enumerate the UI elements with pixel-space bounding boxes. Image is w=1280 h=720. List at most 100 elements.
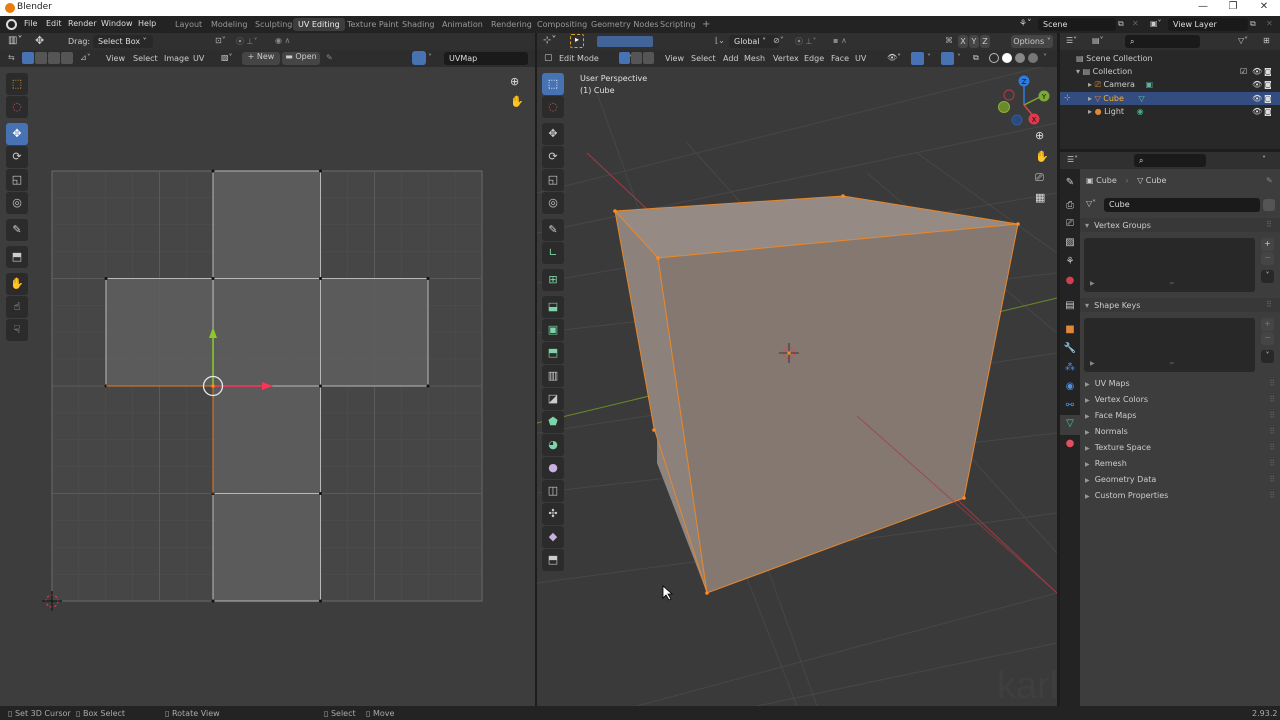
tool-tab-icon[interactable]: ✎ xyxy=(1061,174,1079,192)
uv-canvas[interactable] xyxy=(0,33,535,706)
panel-vertex-groups-header[interactable]: ▾ Vertex Groups ⠿ xyxy=(1080,218,1280,232)
tab-scripting[interactable]: Scripting xyxy=(655,18,701,31)
outliner-item-camera[interactable]: ▸ ⎚ Camera ▣ 👁 ◙ xyxy=(1088,80,1276,90)
measure-tool[interactable]: ∟ xyxy=(542,242,564,264)
fake-user-button[interactable] xyxy=(1263,199,1275,211)
delete-scene-icon[interactable]: ✕ xyxy=(1132,19,1139,28)
select-box-tool[interactable]: ⬚ xyxy=(542,73,564,95)
overlays-dropdown[interactable]: ˅ xyxy=(957,53,961,62)
tab-compositing[interactable]: Compositing xyxy=(532,18,592,31)
mirror-icon[interactable]: ⌘ xyxy=(945,36,953,45)
render-camera-icon[interactable]: ◙ xyxy=(1264,67,1272,76)
outliner-item-collection[interactable]: ▾ ▤ Collection ☑ 👁 ◙ xyxy=(1076,67,1276,76)
vertex-group-specials-button[interactable]: ˅ xyxy=(1261,270,1274,283)
new-view-layer-icon[interactable]: ⧉ xyxy=(1250,19,1256,29)
render-camera-icon[interactable]: ◙ xyxy=(1264,80,1272,89)
mesh-data-icon[interactable]: ▽ xyxy=(1138,94,1144,103)
menu-face[interactable]: Face xyxy=(831,54,849,63)
vertex-select-mode[interactable] xyxy=(619,52,630,64)
shading-dropdown[interactable]: ˅ xyxy=(1043,53,1047,62)
tab-modeling[interactable]: Modeling xyxy=(206,18,252,31)
panel-uv-maps[interactable]: ▶ UV Maps ⠿ xyxy=(1085,379,1275,395)
scale-tool[interactable]: ◱ xyxy=(542,169,564,191)
blender-menu-icon[interactable] xyxy=(6,19,17,30)
view-layer-field[interactable]: View Layer xyxy=(1168,18,1248,31)
visibility-icon[interactable]: 👁˅ xyxy=(887,53,901,62)
pivot-icon[interactable]: ⊘˅ xyxy=(773,36,784,45)
rotate-tool[interactable]: ⟳ xyxy=(542,146,564,168)
loop-cut-tool[interactable]: ▥ xyxy=(542,365,564,387)
pan-view-icon[interactable]: ✋ xyxy=(1035,150,1049,163)
navigation-gizmo[interactable]: Z Y X xyxy=(998,75,1050,126)
drag-handle-icon[interactable]: ⠿ xyxy=(1266,300,1272,309)
mirror-z-toggle[interactable]: Z xyxy=(980,35,990,48)
menu-uv[interactable]: UV xyxy=(855,54,866,63)
bevel-tool[interactable]: ⬒ xyxy=(542,342,564,364)
tab-texture-paint[interactable]: Texture Paint xyxy=(342,18,404,31)
mesh-name-field[interactable]: Cube xyxy=(1104,198,1260,212)
tab-geometry-nodes[interactable]: Geometry Nodes xyxy=(586,18,663,31)
options-dropdown[interactable]: Options ˅ xyxy=(1011,35,1053,48)
menu-help[interactable]: Help xyxy=(138,19,156,28)
tab-layout[interactable]: Layout xyxy=(170,18,207,31)
output-tab-icon[interactable]: ⎚ xyxy=(1061,215,1079,233)
snap-icon[interactable]: ⦿ ⊥˅ xyxy=(795,36,817,47)
material-tab-icon[interactable]: ● xyxy=(1061,435,1079,453)
add-vertex-group-button[interactable]: + xyxy=(1261,238,1274,251)
editor-type-icon[interactable]: ☰˅ xyxy=(1067,155,1078,164)
perspective-toggle-icon[interactable]: ▦ xyxy=(1035,191,1045,204)
filter-icon[interactable]: ▽˅ xyxy=(1238,36,1248,45)
select-tool-icon[interactable]: ▸ xyxy=(570,34,584,48)
overlays-toggle[interactable] xyxy=(941,52,954,65)
panel-geometry-data[interactable]: ▶ Geometry Data ⠿ xyxy=(1085,475,1275,491)
world-tab-icon[interactable]: ● xyxy=(1061,272,1079,290)
mesh-data-tab-icon[interactable]: ▽ xyxy=(1060,415,1080,435)
list-resize-handle[interactable]: ═ xyxy=(1170,280,1174,287)
edge-slide-tool[interactable]: ◫ xyxy=(542,480,564,502)
object-tab-icon[interactable]: ■ xyxy=(1061,321,1079,339)
minimize-button[interactable]: — xyxy=(1196,1,1210,15)
material-shading[interactable] xyxy=(1015,53,1025,63)
knife-tool[interactable]: ◪ xyxy=(542,388,564,410)
shape-keys-list[interactable]: ▶ ═ xyxy=(1084,318,1255,372)
poly-build-tool[interactable]: ⬟ xyxy=(542,411,564,433)
proportional-icon[interactable]: ▪ ∧ xyxy=(833,36,847,45)
orientation-dropdown[interactable]: Global ˅ xyxy=(729,35,779,48)
menu-vertex[interactable]: Vertex xyxy=(773,54,799,63)
panel-custom-properties[interactable]: ▶ Custom Properties ⠿ xyxy=(1085,491,1275,507)
maximize-button[interactable]: ❐ xyxy=(1226,1,1240,15)
panel-vertex-colors[interactable]: ▶ Vertex Colors ⠿ xyxy=(1085,395,1275,411)
move-tool[interactable]: ✥ xyxy=(542,123,564,145)
menu-select[interactable]: Select xyxy=(691,54,716,63)
constraints-tab-icon[interactable]: ⚯ xyxy=(1061,397,1079,415)
wireframe-shading[interactable] xyxy=(989,53,999,63)
render-camera-icon[interactable]: ◙ xyxy=(1264,107,1272,116)
new-collection-icon[interactable]: ⊞ xyxy=(1263,36,1270,45)
view-layer-icon[interactable]: ▣˅ xyxy=(1150,19,1162,28)
close-button[interactable]: ✕ xyxy=(1257,1,1271,15)
edge-select-mode[interactable] xyxy=(631,52,642,64)
scene-selector-icon[interactable]: ⚘˅ xyxy=(1019,19,1032,29)
mirror-y-toggle[interactable]: Y xyxy=(969,35,979,48)
vertex-groups-list[interactable]: ▶ ═ xyxy=(1084,238,1255,292)
render-camera-icon[interactable]: ◙ xyxy=(1264,94,1272,103)
menu-add[interactable]: Add xyxy=(723,54,739,63)
xray-toggle[interactable]: ⧉ xyxy=(973,53,979,63)
remove-vertex-group-button[interactable]: − xyxy=(1261,252,1274,265)
editor-type-icon[interactable]: ☰˅ xyxy=(1066,36,1077,45)
list-resize-handle[interactable]: ═ xyxy=(1170,360,1174,367)
add-workspace-button[interactable]: + xyxy=(697,17,715,30)
light-data-icon[interactable]: ◉ xyxy=(1137,107,1144,116)
extrude-tool[interactable]: ⬓ xyxy=(542,296,564,318)
selection-mode-buttons[interactable] xyxy=(597,36,653,47)
outliner-item-scene-collection[interactable]: ▤ Scene Collection xyxy=(1076,54,1153,63)
mirror-x-toggle[interactable]: X xyxy=(958,35,968,48)
display-mode-icon[interactable]: ▤˅ xyxy=(1092,36,1104,45)
outliner-item-light[interactable]: ▸ ● Light ◉ 👁 ◙ xyxy=(1088,107,1276,116)
gizmo-toggle[interactable] xyxy=(911,52,924,65)
pin-icon[interactable]: ✎ xyxy=(1266,176,1273,185)
tab-uv-editing[interactable]: UV Editing xyxy=(293,18,345,31)
gizmo-dropdown[interactable]: ˅ xyxy=(927,53,931,62)
properties-search-input[interactable]: ⌕ xyxy=(1134,154,1206,167)
solid-shading[interactable] xyxy=(1002,53,1012,63)
